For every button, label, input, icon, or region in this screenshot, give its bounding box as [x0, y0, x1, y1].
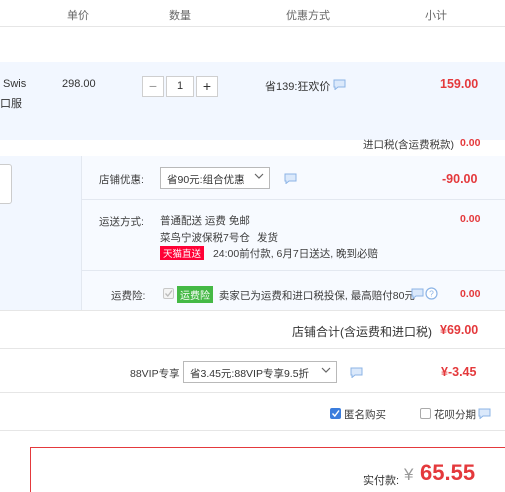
import-tax-value: 0.00 [460, 137, 481, 149]
shop-memo-field[interactable] [0, 164, 12, 204]
anonymous-label[interactable]: 匿名购买 [344, 407, 386, 422]
insurance-checkbox [163, 288, 174, 299]
item-discount: 省139:狂欢价 [265, 81, 331, 93]
help-icon[interactable]: ? [425, 287, 438, 303]
chevron-down-icon [254, 171, 264, 184]
divider [0, 430, 505, 431]
divider [82, 270, 505, 271]
item-subtotal: 159.00 [440, 77, 479, 91]
insurance-text: 卖家已为运费和进口税投保, 最高赔付80元 [218, 290, 415, 302]
payment-currency: ¥ [404, 465, 414, 484]
item-name-line2[interactable]: 口服 [0, 95, 22, 111]
chat-bubble-icon[interactable] [284, 173, 297, 187]
chevron-down-icon [321, 365, 331, 378]
insurance-label: 运费险: [111, 290, 146, 302]
insurance-value: 0.00 [460, 288, 481, 300]
shipping-warehouse: 菜鸟宁波保税7号仓 [160, 232, 250, 244]
quantity-decrease-button[interactable]: − [142, 76, 164, 97]
anonymous-checkbox[interactable] [330, 408, 341, 419]
chat-bubble-icon[interactable] [478, 408, 491, 422]
shop-discount-selected: 省90元:组合优惠 [167, 174, 245, 186]
divider [0, 348, 505, 349]
shop-discount-select[interactable]: 省90元:组合优惠 [160, 167, 270, 189]
insurance-detail: 运费险 卖家已为运费和进口税投保, 最高赔付80元 [177, 286, 415, 303]
quantity-input[interactable]: 1 [166, 76, 194, 97]
chat-bubble-icon[interactable] [333, 79, 346, 93]
divider [0, 310, 505, 311]
shipping-label: 运送方式: [99, 216, 144, 228]
cart-item-row: Swis 口服 298.00 − 1 + 省139:狂欢价 159.00 [0, 62, 505, 140]
header-subtotal: 小计 [425, 10, 447, 22]
vip-selected: 省3.45元:88VIP专享9.5折 [190, 368, 310, 380]
payment-label: 实付款: [363, 475, 400, 487]
divider [0, 392, 505, 393]
svg-text:?: ? [429, 289, 434, 299]
shipping-method: 普通配送 运费 免邮 [160, 215, 250, 227]
quantity-increase-button[interactable]: + [196, 76, 218, 97]
shop-total-value: ¥69.00 [440, 323, 479, 337]
shipping-value: 0.00 [460, 213, 481, 225]
payment-amount: 65.55 [420, 460, 476, 485]
shipping-dispatch: 发货 [257, 232, 278, 244]
cart-table-header: 单价 数量 优惠方式 小计 [0, 0, 505, 27]
vip-label: 88VIP专享 [130, 368, 180, 380]
installment-checkbox[interactable] [420, 408, 431, 419]
shop-discount-label: 店铺优惠: [99, 174, 144, 186]
vip-discount-select[interactable]: 省3.45元:88VIP专享9.5折 [183, 361, 337, 383]
import-tax-label: 进口税(含运费税款) [363, 139, 454, 151]
chat-bubble-icon[interactable] [411, 288, 424, 302]
header-quantity: 数量 [169, 10, 191, 22]
tmall-direct-tag: 天猫直送 [160, 246, 205, 260]
insurance-tag: 运费险 [177, 286, 213, 303]
shipping-delivery: 天猫直送 24:00前付款, 6月7日送达, 晚到必赔 [160, 246, 378, 261]
header-discount: 优惠方式 [286, 10, 330, 22]
item-name-line1[interactable]: Swis [3, 78, 26, 90]
divider [82, 199, 505, 200]
header-unit-price: 单价 [67, 10, 89, 22]
installment-label[interactable]: 花呗分期 [434, 407, 476, 422]
shop-total-label: 店铺合计(含运费和进口税) [292, 325, 432, 339]
item-unit-price: 298.00 [62, 78, 96, 90]
vip-value: ¥-3.45 [441, 365, 477, 379]
delivery-note: 24:00前付款, 6月7日送达, 晚到必赔 [212, 248, 379, 260]
shop-discount-value: -90.00 [442, 172, 478, 186]
chat-bubble-icon[interactable] [350, 367, 363, 381]
